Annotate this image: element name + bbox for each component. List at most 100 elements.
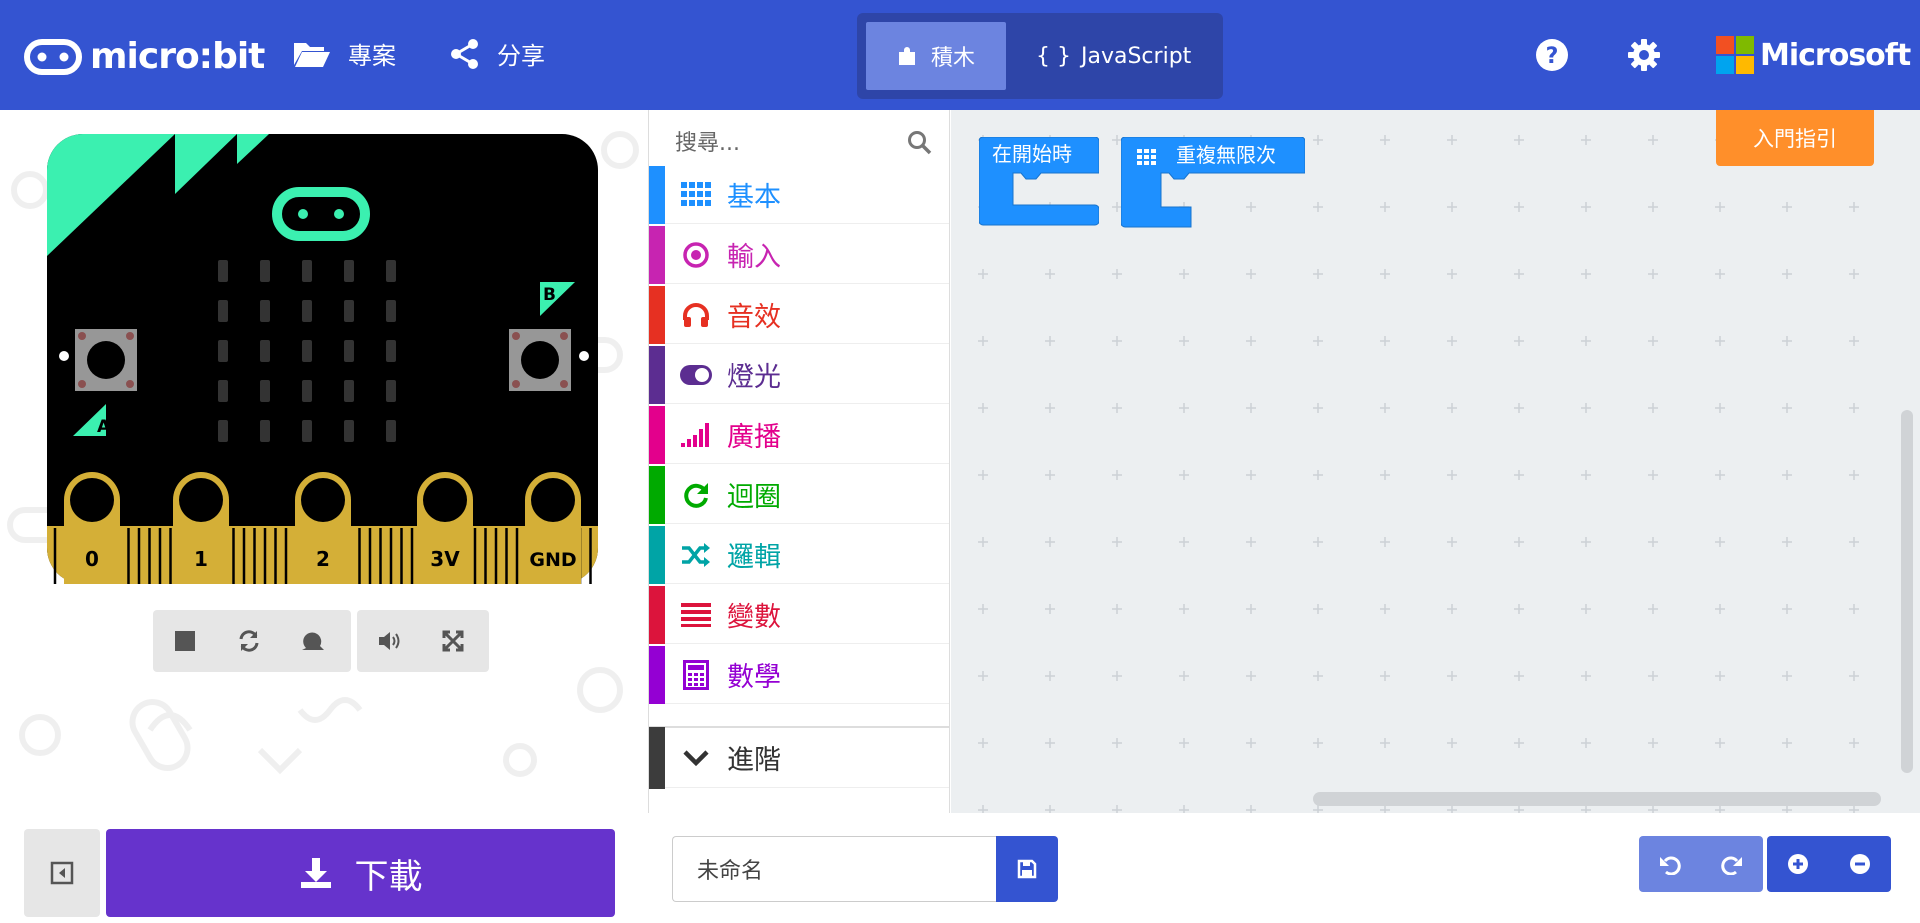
blocks-workspace[interactable]: 在開始時 重複無限次 入門指引: [951, 110, 1920, 813]
category-label: 廣播: [727, 422, 781, 453]
blocks-tab[interactable]: 積木: [866, 22, 1006, 90]
speaker-icon: [379, 632, 400, 650]
led: [344, 340, 354, 362]
pin-label: 1: [194, 547, 208, 571]
horizontal-scrollbar[interactable]: [1313, 792, 1881, 806]
fullscreen-button[interactable]: [421, 610, 485, 672]
toolbox-category-6[interactable]: 迴圈: [649, 465, 949, 524]
led: [218, 300, 228, 322]
blocks-label: 積木: [930, 46, 975, 71]
toolbox-category-7[interactable]: 邏輯: [649, 525, 949, 584]
microbit-logo-icon: [24, 38, 82, 75]
target-icon: [665, 241, 727, 269]
category-color-bar: [649, 585, 665, 644]
zoom-in-button[interactable]: [1767, 836, 1829, 892]
stop-icon: [175, 631, 195, 651]
pin-label: 2: [316, 547, 330, 571]
signal-icon: [665, 422, 727, 447]
save-icon: [1017, 859, 1037, 879]
category-label: 基本: [727, 182, 781, 213]
header: micro:bit 專案 分享 積木 { } JavaScript ? Micr…: [0, 0, 1920, 110]
toolbox-category-5[interactable]: 廣播: [649, 405, 949, 464]
stop-button[interactable]: [153, 610, 217, 672]
pin-gnd[interactable]: GND: [525, 472, 581, 584]
category-label: 進階: [727, 745, 781, 776]
category-color-bar: [649, 465, 665, 524]
pin-3v[interactable]: 3V: [417, 472, 473, 584]
microsoft-logo[interactable]: Microsoft: [1716, 36, 1911, 74]
category-label: 迴圈: [727, 482, 781, 513]
sim-toolbar-extra: [357, 610, 489, 672]
grid-icon: [665, 181, 727, 208]
project-name-input[interactable]: [672, 836, 997, 902]
led: [302, 300, 312, 322]
button-b-label: B: [543, 285, 556, 305]
download-button[interactable]: 下載: [106, 829, 615, 917]
microsoft-label: Microsoft: [1760, 37, 1911, 73]
forever-block[interactable]: 重複無限次: [1121, 137, 1305, 237]
toolbox-category-4[interactable]: 燈光: [649, 345, 949, 404]
snail-icon: [302, 632, 324, 650]
led: [218, 340, 228, 362]
category-label: 數學: [727, 662, 781, 693]
on-start-label: 在開始時: [992, 142, 1072, 166]
led: [344, 260, 354, 282]
share-label: 分享: [497, 42, 545, 70]
category-label: 輸入: [727, 242, 781, 273]
folder-open-icon: [294, 42, 330, 67]
share-icon: [451, 38, 478, 69]
javascript-tab[interactable]: { } JavaScript: [1006, 22, 1191, 90]
share-button[interactable]: 分享: [449, 36, 545, 71]
led: [344, 300, 354, 322]
zoom-out-button[interactable]: [1829, 836, 1891, 892]
pin-1[interactable]: 1: [173, 472, 229, 584]
search-input[interactable]: [675, 130, 895, 156]
led: [386, 300, 396, 322]
led: [386, 420, 396, 442]
toolbox-category-8[interactable]: 變數: [649, 585, 949, 644]
simulator-panel: A B 0 1 2 3V GND: [0, 110, 648, 813]
toolbox-category-2[interactable]: 輸入: [649, 225, 949, 284]
toolbox-category-10[interactable]: 進階: [649, 726, 949, 789]
led: [386, 340, 396, 362]
expand-icon: [442, 630, 464, 652]
editor-mode-toggle: 積木 { } JavaScript: [857, 13, 1223, 99]
chevron-down-icon: [665, 749, 727, 767]
zoom-out-icon: [1850, 854, 1870, 874]
category-color-bar: [649, 225, 665, 284]
tutorial-button[interactable]: 入門指引: [1716, 110, 1874, 166]
collapse-simulator-button[interactable]: [24, 829, 100, 917]
pin-label: 0: [85, 547, 99, 571]
toolbox-category-9[interactable]: 數學: [649, 645, 949, 704]
microbit-logo[interactable]: micro:bit: [24, 36, 265, 77]
redo-icon: [1721, 856, 1742, 875]
toolbox-category-3[interactable]: 音效: [649, 285, 949, 344]
help-button[interactable]: ?: [1535, 38, 1569, 77]
settings-button[interactable]: [1627, 38, 1661, 77]
save-button[interactable]: [996, 836, 1058, 902]
led: [260, 300, 270, 322]
pin-2[interactable]: 2: [295, 472, 351, 584]
toolbox-category-1[interactable]: 基本: [649, 165, 949, 224]
on-start-block[interactable]: 在開始時: [979, 137, 1099, 233]
category-color-bar: [649, 345, 665, 404]
slow-mo-button[interactable]: [281, 610, 345, 672]
led: [218, 260, 228, 282]
vertical-scrollbar[interactable]: [1901, 410, 1913, 773]
led: [386, 380, 396, 402]
redo-button[interactable]: [1701, 836, 1763, 892]
projects-button[interactable]: 專案: [292, 36, 396, 71]
led: [302, 260, 312, 282]
category-label: 變數: [727, 602, 781, 633]
mute-button[interactable]: [357, 610, 421, 672]
button-a-label: A: [97, 417, 111, 437]
restart-button[interactable]: [217, 610, 281, 672]
category-color-bar: [649, 405, 665, 464]
search-icon[interactable]: [907, 130, 933, 156]
pin-0[interactable]: 0: [64, 472, 120, 584]
category-color-bar: [649, 726, 665, 789]
microbit-board[interactable]: A B 0 1 2 3V GND: [47, 134, 598, 584]
undo-button[interactable]: [1639, 836, 1701, 892]
pin-label: GND: [529, 549, 576, 571]
led: [302, 420, 312, 442]
